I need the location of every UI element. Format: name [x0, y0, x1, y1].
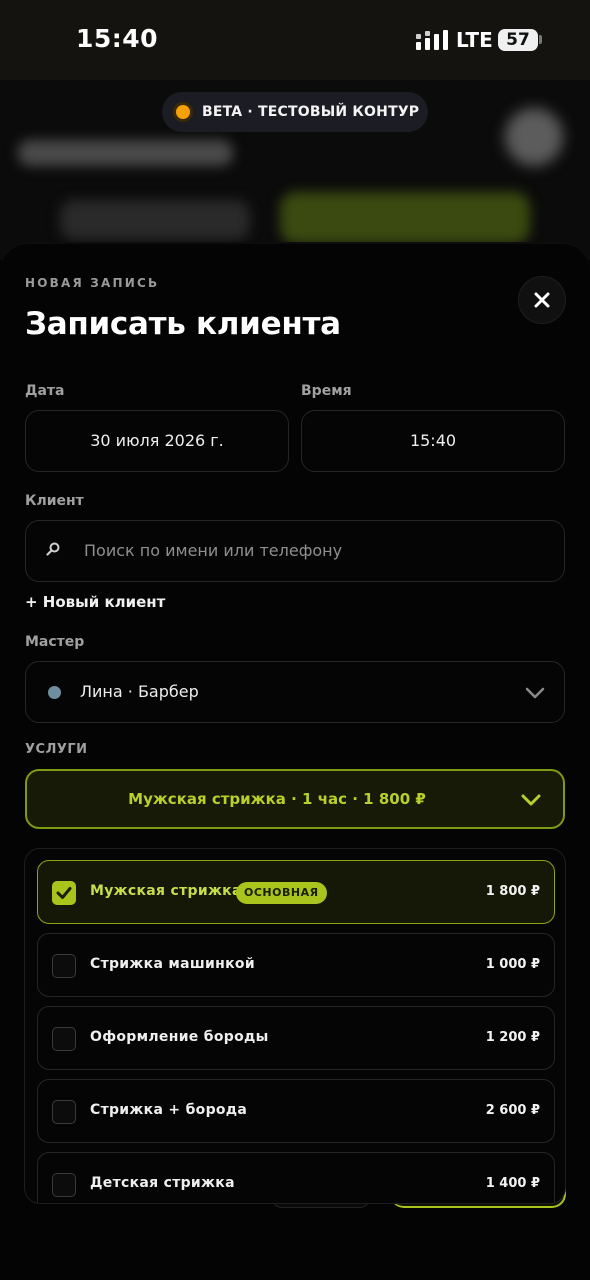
- date-label: Дата: [25, 383, 65, 399]
- service-name: Мужская стрижка: [90, 883, 242, 899]
- new-appointment-sheet: НОВАЯ ЗАПИСЬ Записать клиента Дата 30 ию…: [0, 244, 590, 1280]
- status-time: 15:40: [76, 24, 159, 53]
- network-type: LTE: [456, 28, 493, 52]
- time-label: Время: [301, 383, 352, 399]
- service-name: Оформление бороды: [90, 1029, 269, 1045]
- service-name: Стрижка машинкой: [90, 956, 255, 972]
- client-search-input[interactable]: Поиск по имени или телефону: [25, 520, 565, 582]
- beta-badge: BETA · ТЕСТОВЫЙ КОНТУР: [162, 92, 428, 132]
- checkbox[interactable]: [52, 1027, 76, 1051]
- service-price: 1 200 ₽: [485, 1030, 540, 1045]
- service-option[interactable]: Детская стрижка 1 400 ₽: [37, 1152, 555, 1203]
- background-avatar-blur: [505, 108, 563, 166]
- services-dropdown: Мужская стрижка ОСНОВНАЯ 1 800 ₽ Стрижка…: [24, 848, 566, 1204]
- service-name: Детская стрижка: [90, 1175, 235, 1191]
- checkbox[interactable]: [52, 881, 76, 905]
- battery-icon: 57: [498, 29, 538, 51]
- service-option[interactable]: Мужская стрижка ОСНОВНАЯ 1 800 ₽: [37, 860, 555, 924]
- checkbox[interactable]: [52, 954, 76, 978]
- close-icon: [534, 292, 550, 308]
- time-field[interactable]: 15:40: [301, 410, 565, 472]
- services-select[interactable]: Мужская стрижка · 1 час · 1 800 ₽: [25, 769, 565, 829]
- battery-level: 57: [506, 30, 530, 50]
- service-price: 1 800 ₽: [485, 884, 540, 899]
- chevron-down-icon: [525, 687, 545, 699]
- signal-icon: [416, 30, 448, 50]
- page-title: Записать клиента: [25, 306, 341, 342]
- beta-status-dot: [176, 105, 190, 119]
- primary-badge: ОСНОВНАЯ: [236, 882, 327, 904]
- service-option[interactable]: Стрижка машинкой 1 000 ₽: [37, 933, 555, 997]
- client-label: Клиент: [25, 493, 84, 509]
- master-label: Мастер: [25, 634, 85, 650]
- checkbox[interactable]: [52, 1173, 76, 1197]
- background-primary-button-blur: [280, 192, 530, 244]
- status-bar: 15:40 LTE 57: [0, 0, 590, 80]
- new-client-link[interactable]: + Новый клиент: [25, 593, 165, 611]
- services-label: УСЛУГИ: [25, 742, 88, 757]
- background-title-blur: [18, 140, 233, 166]
- battery-tip: [539, 35, 542, 44]
- service-name: Стрижка + борода: [90, 1102, 248, 1118]
- background-button-blur: [60, 200, 250, 240]
- search-icon: [46, 542, 60, 556]
- services-summary: Мужская стрижка · 1 час · 1 800 ₽: [128, 790, 426, 808]
- sheet-eyebrow: НОВАЯ ЗАПИСЬ: [25, 276, 160, 290]
- date-field[interactable]: 30 июля 2026 г.: [25, 410, 289, 472]
- master-color-dot: [48, 686, 61, 699]
- master-select[interactable]: Лина · Барбер: [25, 661, 565, 723]
- master-value: Лина · Барбер: [80, 682, 199, 701]
- search-placeholder: Поиск по имени или телефону: [84, 541, 343, 560]
- service-option[interactable]: Стрижка + борода 2 600 ₽: [37, 1079, 555, 1143]
- chevron-down-icon: [521, 794, 541, 806]
- beta-badge-text: BETA · ТЕСТОВЫЙ КОНТУР: [202, 104, 420, 120]
- service-price: 1 000 ₽: [485, 957, 540, 972]
- service-option[interactable]: Оформление бороды 1 200 ₽: [37, 1006, 555, 1070]
- close-button[interactable]: [518, 276, 566, 324]
- service-price: 2 600 ₽: [485, 1103, 540, 1118]
- check-icon: [56, 887, 72, 899]
- checkbox[interactable]: [52, 1100, 76, 1124]
- service-price: 1 400 ₽: [485, 1176, 540, 1191]
